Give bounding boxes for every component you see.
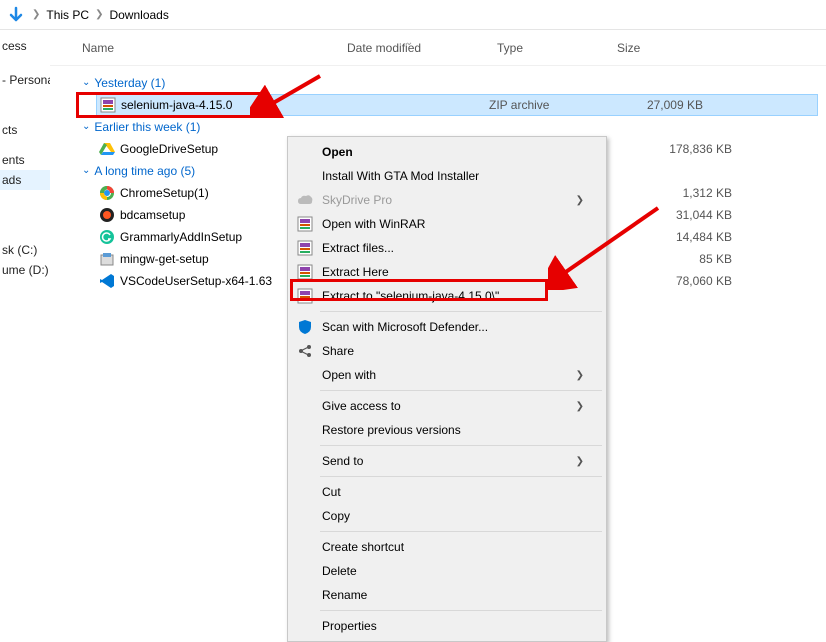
menu-open-with-winrar[interactable]: Open with WinRAR xyxy=(290,212,604,236)
nav-item[interactable]: cts xyxy=(0,120,50,140)
chrome-icon xyxy=(98,185,116,201)
chevron-down-icon: ⌄ xyxy=(82,77,90,88)
menu-extract-to-folder[interactable]: Extract to "selenium-java-4.15.0\" xyxy=(290,284,604,308)
menu-open[interactable]: Open xyxy=(290,140,604,164)
menu-copy[interactable]: Copy xyxy=(290,504,604,528)
defender-icon xyxy=(294,318,316,336)
file-name: selenium-java-4.15.0 xyxy=(121,98,339,112)
grammarly-icon xyxy=(98,229,116,245)
submenu-arrow-icon: ❯ xyxy=(576,456,584,467)
breadcrumb[interactable]: ❯ This PC ❯ Downloads xyxy=(0,0,826,30)
skydrive-icon xyxy=(294,191,316,209)
winrar-icon xyxy=(294,287,316,305)
menu-extract-files[interactable]: Extract files... xyxy=(290,236,604,260)
file-size: 27,009 KB xyxy=(609,98,719,112)
nav-item-downloads[interactable]: ads xyxy=(0,170,50,190)
column-headers[interactable]: Name Date modified⌄ Type Size xyxy=(50,30,826,66)
menu-open-with[interactable]: Open with❯ xyxy=(290,363,604,387)
menu-gta-installer[interactable]: Install With GTA Mod Installer xyxy=(290,164,604,188)
col-date[interactable]: Date modified⌄ xyxy=(347,41,497,55)
col-size[interactable]: Size xyxy=(617,41,727,55)
menu-cut[interactable]: Cut xyxy=(290,480,604,504)
submenu-arrow-icon: ❯ xyxy=(576,401,584,412)
nav-item[interactable]: sk (C:) xyxy=(0,240,50,260)
chevron-down-icon: ⌄ xyxy=(82,121,90,132)
menu-rename[interactable]: Rename xyxy=(290,583,604,607)
menu-extract-here[interactable]: Extract Here xyxy=(290,260,604,284)
winrar-archive-icon xyxy=(99,97,117,113)
file-type: ZIP archive xyxy=(489,98,609,112)
group-yesterday[interactable]: ⌄Yesterday (1) xyxy=(68,72,826,94)
chevron-down-icon: ⌄ xyxy=(82,165,90,176)
share-icon xyxy=(294,342,316,360)
group-earlier-week[interactable]: ⌄Earlier this week (1) xyxy=(68,116,826,138)
menu-send-to[interactable]: Send to❯ xyxy=(290,449,604,473)
winrar-icon xyxy=(294,263,316,281)
chevron-right-icon: ❯ xyxy=(93,9,105,20)
nav-item[interactable]: cess xyxy=(0,36,50,56)
sort-indicator-icon: ⌄ xyxy=(405,37,413,48)
bandicam-icon xyxy=(98,207,116,223)
file-row-selenium[interactable]: selenium-java-4.15.0 ZIP archive 27,009 … xyxy=(96,94,818,116)
chevron-right-icon: ❯ xyxy=(30,9,42,20)
nav-tree[interactable]: cess - Personal cts ents ads sk (C:) ume… xyxy=(0,30,50,616)
col-type[interactable]: Type xyxy=(497,41,617,55)
menu-properties[interactable]: Properties xyxy=(290,614,604,638)
nav-item[interactable]: - Personal xyxy=(0,70,50,90)
submenu-arrow-icon: ❯ xyxy=(576,370,584,381)
winrar-icon xyxy=(294,215,316,233)
menu-skydrive-pro[interactable]: SkyDrive Pro❯ xyxy=(290,188,604,212)
menu-create-shortcut[interactable]: Create shortcut xyxy=(290,535,604,559)
menu-restore-versions[interactable]: Restore previous versions xyxy=(290,418,604,442)
nav-item[interactable]: ents xyxy=(0,150,50,170)
menu-delete[interactable]: Delete xyxy=(290,559,604,583)
submenu-arrow-icon: ❯ xyxy=(576,195,584,206)
gdrive-icon xyxy=(98,141,116,157)
breadcrumb-downloads[interactable]: Downloads xyxy=(105,6,172,24)
menu-scan-defender[interactable]: Scan with Microsoft Defender... xyxy=(290,315,604,339)
winrar-icon xyxy=(294,239,316,257)
col-name[interactable]: Name xyxy=(82,41,347,55)
menu-give-access-to[interactable]: Give access to❯ xyxy=(290,394,604,418)
menu-share[interactable]: Share xyxy=(290,339,604,363)
installer-icon xyxy=(98,251,116,267)
vscode-icon xyxy=(98,273,116,289)
nav-item[interactable]: ume (D:) xyxy=(0,260,50,280)
context-menu: Open Install With GTA Mod Installer SkyD… xyxy=(287,136,607,642)
down-arrow-icon[interactable] xyxy=(6,5,26,25)
breadcrumb-this-pc[interactable]: This PC xyxy=(42,6,93,24)
